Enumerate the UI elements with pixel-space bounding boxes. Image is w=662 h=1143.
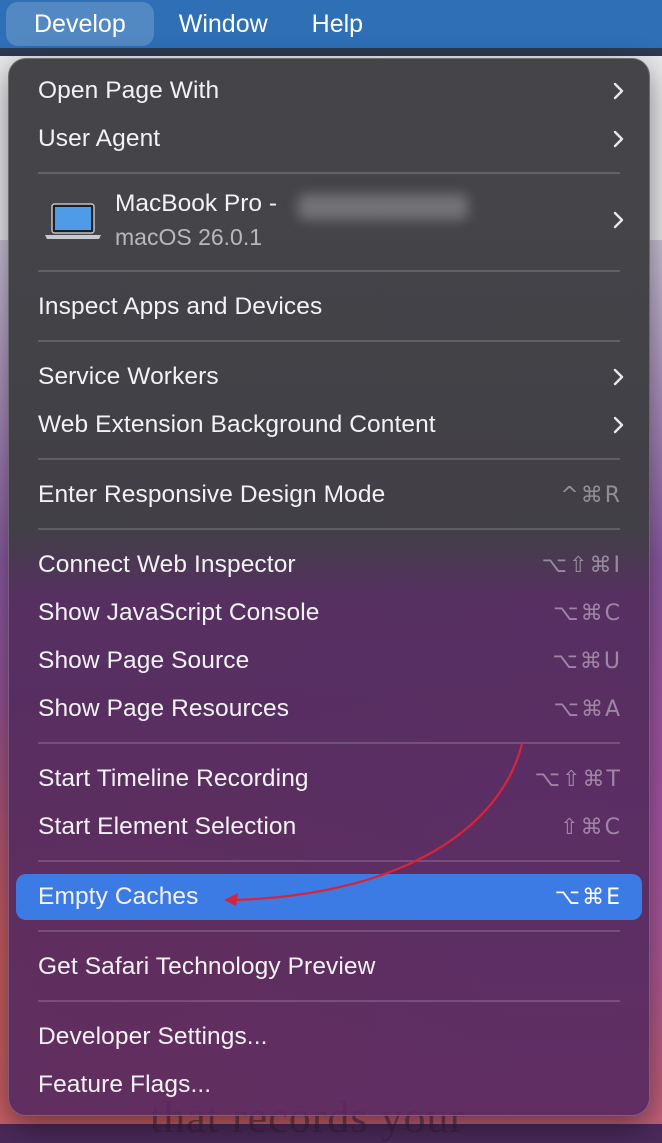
menu-item-javascript-console[interactable]: Show JavaScript Console ⌥⌘C	[16, 590, 642, 636]
menu-item-label: Connect Web Inspector	[38, 551, 296, 578]
menu-separator	[38, 172, 620, 174]
chevron-right-icon	[613, 416, 624, 434]
menu-item-label: Show Page Resources	[38, 695, 290, 722]
menu-item-label: Start Element Selection	[38, 813, 297, 840]
menu-item-empty-caches[interactable]: Empty Caches ⌥⌘E	[16, 874, 642, 920]
menu-item-label: Service Workers	[38, 363, 219, 390]
menu-item-safari-technology-preview[interactable]: Get Safari Technology Preview	[16, 944, 642, 990]
chevron-right-icon	[613, 82, 624, 100]
menubar-help[interactable]: Help	[293, 2, 382, 46]
keyboard-shortcut: ⌥⇧⌘I	[541, 552, 622, 578]
menu-separator	[38, 1000, 620, 1002]
menu-separator	[38, 340, 620, 342]
chevron-right-icon	[613, 211, 624, 229]
menu-item-label: Show Page Source	[38, 647, 250, 674]
menu-item-responsive-design[interactable]: Enter Responsive Design Mode ^⌘R	[16, 472, 642, 518]
menu-separator	[38, 860, 620, 862]
keyboard-shortcut: ⌥⌘E	[554, 884, 622, 910]
menu-item-label: Start Timeline Recording	[38, 765, 309, 792]
chevron-right-icon	[613, 368, 624, 386]
keyboard-shortcut: ^⌘R	[560, 482, 622, 508]
menu-item-timeline-recording[interactable]: Start Timeline Recording ⌥⇧⌘T	[16, 756, 642, 802]
chevron-right-icon	[613, 130, 624, 148]
menu-item-device-macbook[interactable]: MacBook Pro - macOS 26.0.1	[16, 176, 642, 266]
menu-item-label: Web Extension Background Content	[38, 411, 436, 438]
keyboard-shortcut: ⇧⌘C	[560, 814, 622, 840]
menu-item-label: Open Page With	[38, 77, 220, 104]
menu-item-connect-web-inspector[interactable]: Connect Web Inspector ⌥⇧⌘I	[16, 542, 642, 588]
menu-item-feature-flags[interactable]: Feature Flags...	[16, 1062, 642, 1108]
menu-item-developer-settings[interactable]: Developer Settings...	[16, 1014, 642, 1060]
menu-item-label: Show JavaScript Console	[38, 599, 320, 626]
keyboard-shortcut: ⌥⌘A	[553, 696, 622, 722]
menu-item-element-selection[interactable]: Start Element Selection ⇧⌘C	[16, 804, 642, 850]
menu-item-label: Developer Settings...	[38, 1023, 268, 1050]
menu-item-label: User Agent	[38, 125, 161, 152]
menu-separator	[38, 528, 620, 530]
redacted-device-name	[298, 194, 468, 220]
menu-separator	[38, 742, 620, 744]
menu-separator	[38, 270, 620, 272]
menu-bar: Develop Window Help	[0, 0, 662, 48]
menu-item-page-source[interactable]: Show Page Source ⌥⌘U	[16, 638, 642, 684]
menu-item-inspect-apps[interactable]: Inspect Apps and Devices	[16, 284, 642, 330]
develop-menu: Open Page With User Agent MacBook Pro - …	[8, 58, 650, 1116]
menu-item-service-workers[interactable]: Service Workers	[16, 354, 642, 400]
menu-item-label: Empty Caches	[38, 883, 199, 910]
menu-item-label: Enter Responsive Design Mode	[38, 481, 386, 508]
menu-item-label: Feature Flags...	[38, 1071, 212, 1098]
device-os: macOS 26.0.1	[115, 224, 263, 250]
menu-item-label: Inspect Apps and Devices	[38, 293, 323, 320]
menubar-develop[interactable]: Develop	[6, 2, 154, 46]
keyboard-shortcut: ⌥⌘C	[553, 600, 622, 626]
menu-separator	[38, 930, 620, 932]
menu-item-page-resources[interactable]: Show Page Resources ⌥⌘A	[16, 686, 642, 732]
laptop-icon	[45, 203, 101, 239]
menubar-window[interactable]: Window	[160, 2, 287, 46]
menu-item-user-agent[interactable]: User Agent	[16, 116, 642, 162]
keyboard-shortcut: ⌥⌘U	[552, 648, 622, 674]
menu-item-web-extension[interactable]: Web Extension Background Content	[16, 402, 642, 448]
menu-item-open-page-with[interactable]: Open Page With	[16, 68, 642, 114]
device-name: MacBook Pro -	[115, 190, 278, 217]
menu-item-label: Get Safari Technology Preview	[38, 953, 376, 980]
menu-separator	[38, 458, 620, 460]
keyboard-shortcut: ⌥⇧⌘T	[534, 766, 622, 792]
